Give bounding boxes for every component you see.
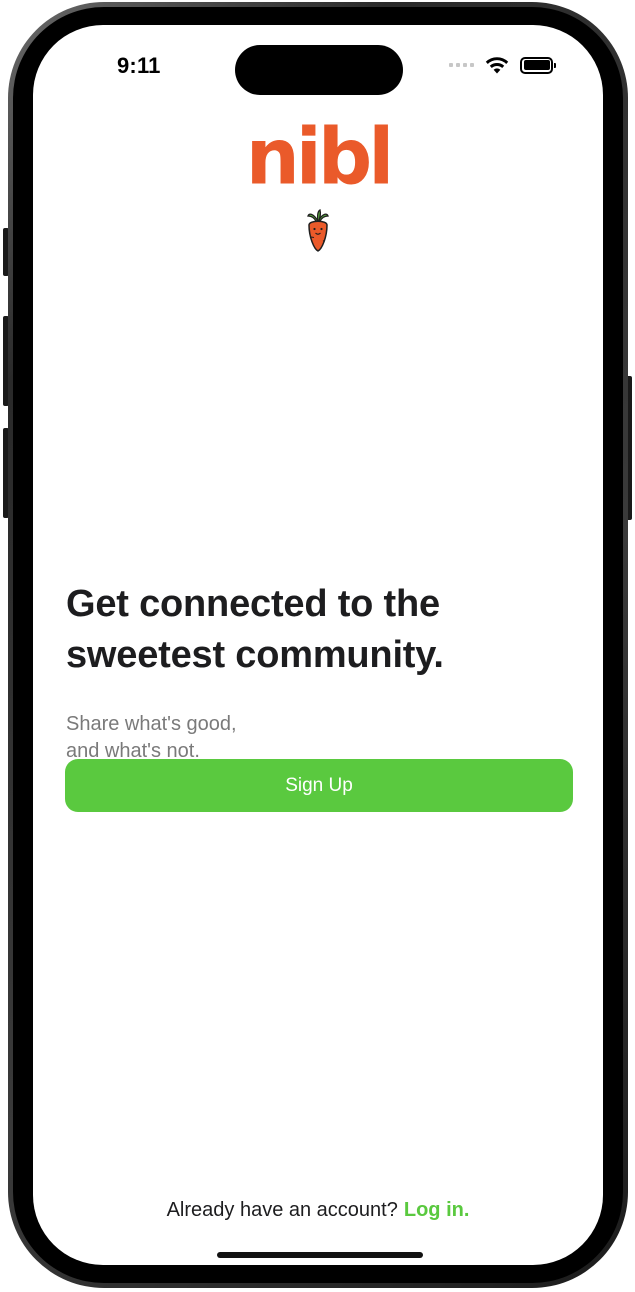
sign-up-button[interactable]: Sign Up bbox=[65, 759, 573, 812]
status-bar: 9:11 bbox=[33, 25, 603, 105]
login-prompt-row: Already have an account? Log in. bbox=[33, 1199, 603, 1222]
login-prompt-text: Already have an account? bbox=[166, 1199, 398, 1221]
status-time: 9:11 bbox=[117, 53, 161, 78]
app-screen: 9:11 nibl Get connected to the sweetest … bbox=[33, 25, 603, 1265]
brand-logo: nibl bbox=[33, 111, 603, 202]
wifi-icon bbox=[485, 57, 509, 74]
hero-subtext: Share what's good, and what's not. bbox=[66, 711, 366, 765]
status-icons bbox=[449, 53, 556, 77]
dynamic-island bbox=[235, 45, 403, 95]
headline-line-2: sweetest community. bbox=[66, 634, 444, 676]
log-in-link[interactable]: Log in. bbox=[404, 1199, 470, 1221]
carrot-icon bbox=[307, 209, 329, 252]
home-indicator[interactable] bbox=[217, 1252, 423, 1258]
phone-bezel: 9:11 nibl Get connected to the sweetest … bbox=[13, 7, 623, 1283]
hero-headline: Get connected to the sweetest community. bbox=[66, 579, 586, 681]
cellular-signal-icon bbox=[449, 63, 474, 67]
phone-device: 9:11 nibl Get connected to the sweetest … bbox=[0, 0, 635, 1292]
subtext-line-1: Share what's good, bbox=[66, 713, 237, 735]
battery-icon bbox=[520, 56, 556, 74]
phone-frame: 9:11 nibl Get connected to the sweetest … bbox=[8, 2, 628, 1288]
headline-line-1: Get connected to the bbox=[66, 583, 440, 625]
logo-wordmark: nibl bbox=[245, 111, 395, 202]
